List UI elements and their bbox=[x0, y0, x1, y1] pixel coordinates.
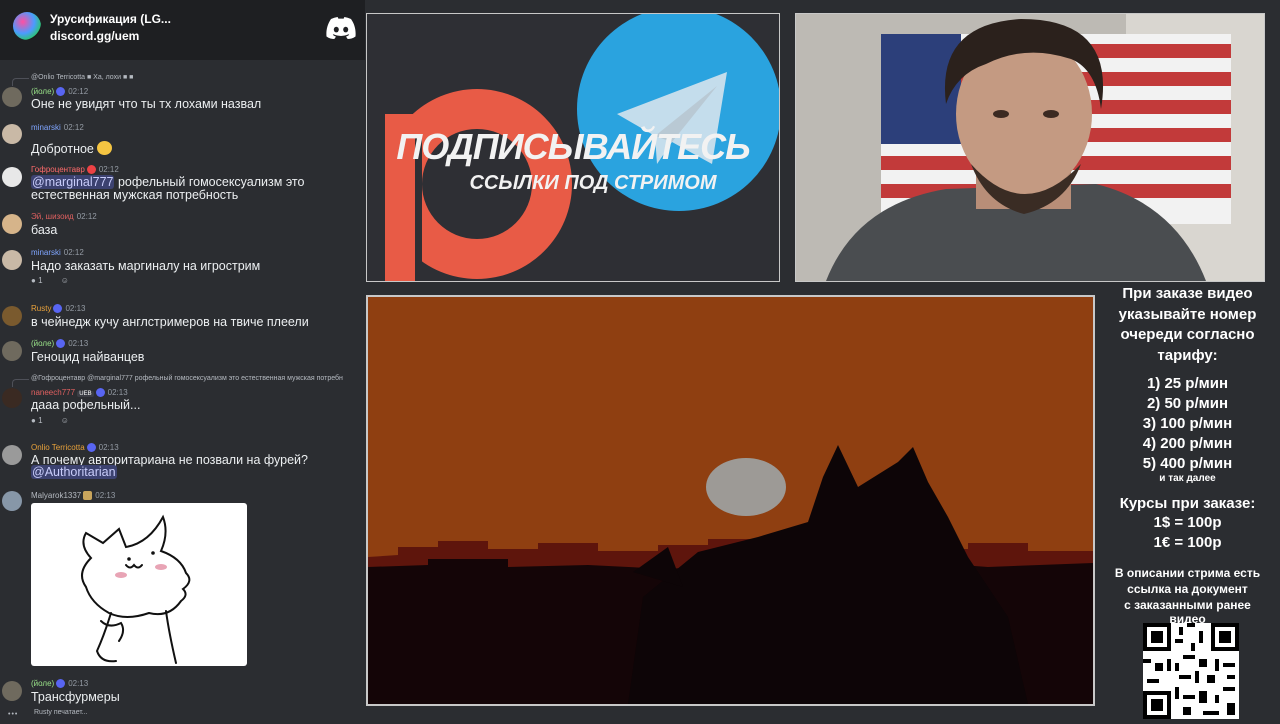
message-author[interactable]: Malyarok1337 02:13 bbox=[31, 491, 115, 501]
role-badge-icon bbox=[83, 491, 93, 501]
reply-preview[interactable]: @Гофроцентавр @marginal777 рофельный гом… bbox=[31, 375, 343, 382]
qr-code-icon[interactable] bbox=[1143, 623, 1239, 719]
avatar[interactable] bbox=[2, 306, 22, 326]
exchange-rates-heading: Курсы при заказе: bbox=[1119, 495, 1256, 512]
avatar[interactable] bbox=[2, 388, 22, 408]
message-text: Трансфурмеры bbox=[31, 690, 120, 704]
message-text: Надо заказать маргиналу на игрострим bbox=[31, 259, 261, 273]
order-info-panel: При заказе видео указывайте номер очеред… bbox=[1100, 284, 1275, 625]
role-badge-icon bbox=[53, 304, 63, 314]
avatar[interactable] bbox=[2, 87, 22, 107]
video-player[interactable] bbox=[366, 295, 1095, 706]
user-mention[interactable]: @marginal777 bbox=[31, 175, 115, 189]
message-author[interactable]: minarski 02:12 bbox=[31, 123, 84, 132]
typing-dots-icon: ••• bbox=[8, 711, 19, 718]
message-text: база bbox=[31, 223, 58, 237]
server-header[interactable]: Урусификация (LG... discord.gg/uem bbox=[0, 0, 365, 60]
reaction-bar: ● 1 ☺ bbox=[31, 416, 77, 425]
message-author[interactable]: Гофроцентавр 02:12 bbox=[31, 165, 119, 175]
avatar[interactable] bbox=[2, 341, 22, 361]
tariff-item: 3) 100 р/мин bbox=[1142, 415, 1233, 432]
chat-panel: Урусификация (LG... discord.gg/uem @Onli… bbox=[0, 0, 365, 720]
streamer-webcam-icon bbox=[796, 14, 1264, 281]
banner-subtitle: ССЫЛКИ ПОД СТРИМОМ bbox=[469, 172, 717, 194]
role-badge-icon bbox=[56, 339, 66, 349]
avatar[interactable] bbox=[2, 445, 22, 465]
message-text: в чейнедж кучу англстримеров на твиче пл… bbox=[31, 315, 309, 329]
message-text: дааа рофельный... bbox=[31, 398, 141, 412]
typing-indicator: Rusty печатает... bbox=[34, 709, 88, 716]
reply-connector bbox=[12, 379, 29, 387]
avatar[interactable] bbox=[2, 681, 22, 701]
message-author[interactable]: (йоле) 02:13 bbox=[31, 339, 88, 349]
discord-logo-icon bbox=[326, 17, 356, 39]
message-author[interactable]: Rusty 02:13 bbox=[31, 304, 85, 314]
role-badge-icon bbox=[56, 87, 66, 97]
add-reaction-icon[interactable]: ☺ bbox=[61, 416, 69, 425]
tariff-more-note: и так далее bbox=[1159, 473, 1216, 484]
avatar[interactable] bbox=[2, 250, 22, 270]
tariff-item: 4) 200 р/мин bbox=[1142, 435, 1233, 452]
exchange-rate: 1$ = 100р bbox=[1153, 514, 1222, 531]
message-text: Оне не увидят что ты тх лохами назвал bbox=[31, 97, 262, 111]
document-note: В описании стрима есть ссылка на докумен… bbox=[1114, 566, 1261, 626]
tariff-item: 1) 25 р/мин bbox=[1146, 375, 1229, 392]
reaction-pill[interactable]: ● 1 bbox=[31, 276, 51, 285]
avatar[interactable] bbox=[2, 491, 22, 511]
cat-drawing-icon bbox=[81, 514, 191, 664]
reaction-pill[interactable]: ● 1 bbox=[31, 416, 51, 425]
server-icon bbox=[13, 12, 41, 40]
attached-image[interactable] bbox=[31, 503, 247, 666]
role-badge-icon bbox=[86, 443, 96, 453]
message-text: Геноцид найванцев bbox=[31, 350, 145, 364]
message-author[interactable]: Эй, шизоид 02:12 bbox=[31, 212, 97, 221]
message-author[interactable]: Onlio Terricotta 02:13 bbox=[31, 443, 119, 453]
silhouette-sunset-scene-icon bbox=[368, 297, 1093, 704]
role-badge-icon bbox=[56, 679, 66, 689]
banner-title: ПОДПИСЫВАЙТЕСЬ bbox=[396, 126, 750, 167]
reply-connector bbox=[12, 78, 29, 86]
webcam-feed bbox=[795, 13, 1265, 282]
exchange-rate: 1€ = 100р bbox=[1153, 534, 1222, 551]
role-badge-icon bbox=[95, 388, 105, 398]
message-author[interactable]: naneech777 UEB 02:13 bbox=[31, 388, 128, 398]
message-text-continued: естественная мужская потребность bbox=[31, 188, 239, 202]
user-mention[interactable]: @Authoritarian bbox=[31, 465, 117, 479]
tariff-item: 2) 50 р/мин bbox=[1146, 395, 1229, 412]
add-reaction-icon[interactable]: ☺ bbox=[61, 276, 69, 285]
message-author[interactable]: minarski 02:12 bbox=[31, 248, 84, 257]
reply-preview[interactable]: @Onlio Terricotta ■ Ха, лохи ■ ■ bbox=[31, 74, 133, 81]
server-tag: UEB bbox=[77, 391, 94, 397]
server-name: Урусификация (LG... bbox=[50, 12, 171, 26]
avatar[interactable] bbox=[2, 167, 22, 187]
message-text: Добротное bbox=[31, 141, 113, 156]
tariff-list: 1) 25 р/мин 2) 50 р/мин 3) 100 р/мин 4) … bbox=[1100, 374, 1275, 474]
role-badge-icon bbox=[86, 165, 96, 175]
message-text-continued: @Authoritarian bbox=[31, 465, 117, 479]
subscribe-banner: ПОДПИСЫВАЙТЕСЬ ССЫЛКИ ПОД СТРИМОМ bbox=[366, 13, 780, 282]
avatar[interactable] bbox=[2, 124, 22, 144]
server-invite-link[interactable]: discord.gg/uem bbox=[50, 29, 139, 43]
reaction-bar: ● 1 ☺ bbox=[31, 276, 77, 285]
tariff-item: 5) 400 р/мин bbox=[1142, 455, 1233, 472]
order-instructions: При заказе видео указывайте номер очеред… bbox=[1118, 285, 1257, 364]
message-author[interactable]: (йоле) 02:13 bbox=[31, 679, 88, 689]
laughing-emoji-icon bbox=[97, 141, 113, 155]
message-author[interactable]: (йоле) 02:12 bbox=[31, 87, 88, 97]
avatar[interactable] bbox=[2, 214, 22, 234]
